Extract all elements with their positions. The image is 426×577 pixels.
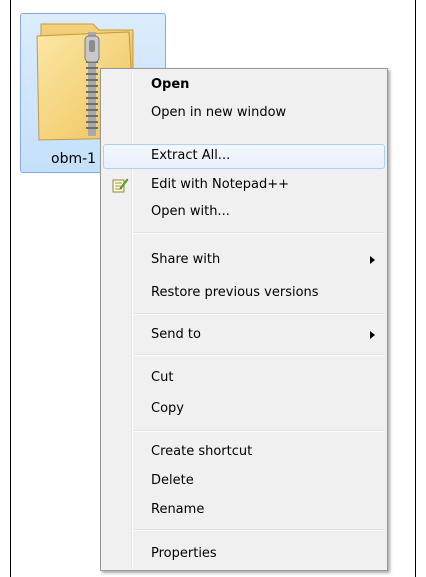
menu-item-delete[interactable]: Delete: [103, 469, 385, 494]
menu-item-label: Delete: [151, 473, 194, 488]
menu-item-label: Edit with Notepad++: [151, 177, 290, 192]
menu-item-send-to[interactable]: Send to: [103, 323, 385, 348]
menu-item-label: Create shortcut: [151, 444, 253, 459]
menu-item-open[interactable]: Open: [103, 73, 385, 98]
menu-item-create-shortcut[interactable]: Create shortcut: [103, 440, 385, 465]
menu-item-label: Restore previous versions: [151, 285, 319, 300]
menu-item-label: Open in new window: [151, 105, 287, 120]
menu-item-edit-notepadpp[interactable]: Edit with Notepad++: [103, 173, 385, 198]
submenu-arrow-icon: [370, 256, 375, 264]
menu-item-properties[interactable]: Properties: [103, 542, 385, 567]
menu-item-label: Copy: [151, 401, 184, 416]
menu-separator: [134, 430, 385, 432]
notepad-plus-plus-icon: [112, 178, 129, 193]
menu-item-label: Properties: [151, 546, 217, 561]
menu-item-cut[interactable]: Cut: [103, 366, 385, 391]
menu-item-label: Open: [151, 77, 190, 92]
menu-item-open-new-window[interactable]: Open in new window: [103, 101, 385, 126]
menu-item-rename[interactable]: Rename: [103, 498, 385, 523]
menu-item-restore-previous-versions[interactable]: Restore previous versions: [103, 281, 385, 306]
menu-item-label: Extract All...: [151, 148, 231, 163]
menu-item-label: Send to: [151, 327, 201, 342]
submenu-arrow-icon: [370, 331, 375, 339]
menu-item-label: Rename: [151, 502, 205, 517]
context-menu: Open Open in new window Extract All... E…: [100, 68, 388, 571]
menu-item-open-with[interactable]: Open with...: [103, 200, 385, 225]
menu-separator: [134, 529, 385, 531]
menu-item-label: Cut: [151, 370, 174, 385]
menu-item-label: Open with...: [151, 204, 230, 219]
menu-separator: [134, 232, 385, 234]
menu-item-extract-all[interactable]: Extract All...: [103, 144, 385, 169]
file-name-label: obm-1: [51, 151, 97, 167]
menu-item-copy[interactable]: Copy: [103, 397, 385, 422]
menu-item-share-with[interactable]: Share with: [103, 248, 385, 273]
menu-separator: [134, 354, 385, 356]
menu-separator: [134, 313, 385, 315]
menu-item-label: Share with: [151, 252, 221, 267]
